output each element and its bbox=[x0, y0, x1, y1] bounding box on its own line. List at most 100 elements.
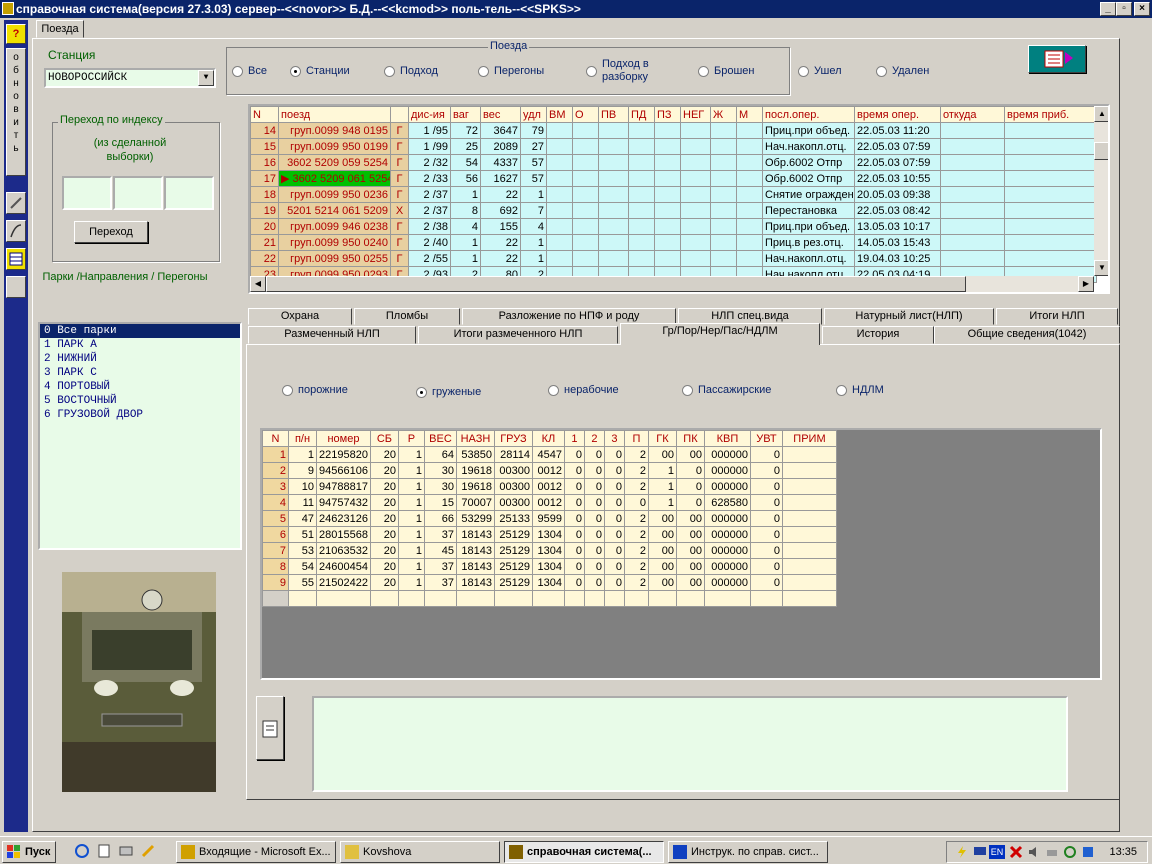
trains-filter-option-1[interactable]: Станции bbox=[290, 65, 350, 77]
trains-column-header[interactable]: дис-ия bbox=[408, 106, 451, 123]
hscroll-thumb[interactable] bbox=[266, 276, 966, 292]
park-item[interactable]: 1 ПАРК А bbox=[40, 338, 240, 352]
blank-tool-button[interactable] bbox=[6, 276, 26, 298]
index-field-1[interactable] bbox=[62, 176, 112, 210]
wagons-column-header[interactable]: Р bbox=[397, 430, 425, 447]
trains-column-header[interactable]: НЕГ bbox=[680, 106, 711, 123]
trains-column-header[interactable]: время приб. bbox=[1004, 106, 1097, 123]
ie-icon[interactable] bbox=[74, 843, 90, 859]
help-button[interactable]: ? bbox=[6, 24, 26, 44]
trains-filter-option-0[interactable]: Все bbox=[232, 65, 267, 77]
taskbar-item-0[interactable]: Входящие - Microsoft Ex... bbox=[176, 841, 336, 863]
tab-row1-4[interactable]: Натурный лист(НЛП) bbox=[824, 308, 994, 325]
trains-filter-option-6[interactable]: Ушел bbox=[798, 65, 842, 77]
maximize-button[interactable]: ▫ bbox=[1116, 2, 1132, 16]
train-row[interactable]: 16 3602 5209 059 5254 Г 2 /32 54 4337 57 Обр.60… bbox=[250, 154, 1097, 171]
wagons-column-header[interactable]: КЛ bbox=[531, 430, 565, 447]
taskbar-item-2[interactable]: справочная система(... bbox=[504, 841, 664, 863]
refresh-button[interactable]: обновить bbox=[6, 48, 26, 176]
wagons-column-header[interactable]: ПК bbox=[675, 430, 705, 447]
train-row[interactable]: 19 5201 5214 061 5209 Х 2 /37 8 692 7 Перестано… bbox=[250, 202, 1097, 219]
radio-icon[interactable] bbox=[478, 65, 489, 77]
radio-icon[interactable] bbox=[876, 65, 887, 77]
radio-icon[interactable] bbox=[586, 65, 597, 77]
tab-row1-0[interactable]: Охрана bbox=[248, 308, 352, 325]
train-row[interactable]: 18 груп.0099 950 0236 Г 2 /37 1 22 1 Снятие огр… bbox=[250, 186, 1097, 203]
tab-row2-3[interactable]: История bbox=[822, 326, 934, 344]
tab-row2-2[interactable]: Гр/Пор/Нер/Пас/НДЛМ bbox=[620, 323, 820, 345]
wagon-row[interactable]: 6 51 28015568 20 1 37 18143 25129 1304 0 0 0 2 00 00 00… bbox=[262, 526, 837, 543]
shortcut-icon[interactable] bbox=[140, 843, 156, 859]
report-button[interactable] bbox=[1028, 45, 1086, 73]
train-row[interactable]: 22 груп.0099 950 0255 Г 2 /55 1 22 1 Нач.накопл… bbox=[250, 250, 1097, 267]
wagons-column-header[interactable]: СБ bbox=[369, 430, 399, 447]
wagons-column-header[interactable]: ГРУЗ bbox=[493, 430, 533, 447]
pen-tool-button[interactable] bbox=[6, 192, 26, 214]
wagon-row[interactable]: 2 9 94566106 20 1 30 19618 00300 0012 0 0 0 2 1 0 00000… bbox=[262, 462, 837, 479]
security-icon[interactable] bbox=[1081, 845, 1095, 859]
cargo-filter-option-3[interactable]: Пассажирские bbox=[682, 384, 771, 396]
trains-column-header[interactable]: поезд bbox=[278, 106, 391, 123]
sync-icon[interactable] bbox=[1063, 845, 1077, 859]
parks-list[interactable]: 0 Все парки 1 ПАРК А2 НИЖНИЙ 3 ПАРК С4 ПОР… bbox=[38, 322, 242, 550]
tab-row2-1[interactable]: Итоги размеченного НЛП bbox=[418, 326, 618, 344]
wagon-row[interactable]: 4 11 94757432 20 1 15 70007 00300 0012 0 0 0 0 1 0 6285… bbox=[262, 494, 837, 511]
tab-trains[interactable]: Поезда bbox=[36, 20, 84, 38]
wagons-column-header[interactable]: НАЗН bbox=[455, 430, 495, 447]
power-icon[interactable] bbox=[955, 845, 969, 859]
trains-column-header[interactable]: О bbox=[572, 106, 599, 123]
notes-textarea[interactable] bbox=[312, 696, 1068, 792]
trains-column-header[interactable]: Ж bbox=[710, 106, 737, 123]
trains-column-header[interactable]: ПЗ bbox=[654, 106, 681, 123]
trains-column-header[interactable]: ВМ bbox=[546, 106, 573, 123]
tab-row1-5[interactable]: Итоги НЛП bbox=[996, 308, 1118, 325]
trains-filter-option-7[interactable]: Удален bbox=[876, 65, 929, 77]
scroll-up-icon[interactable]: ▲ bbox=[1094, 106, 1108, 122]
tab-row2-4[interactable]: Общие сведения(1042) bbox=[934, 326, 1120, 344]
wagon-row[interactable]: 8 54 24600454 20 1 37 18143 25129 1304 0 0 0 2 00 00 00… bbox=[262, 558, 837, 575]
wagons-column-header[interactable]: 1 bbox=[563, 430, 585, 447]
tab-row1-1[interactable]: Пломбы bbox=[354, 308, 460, 325]
trains-filter-option-3[interactable]: Перегоны bbox=[478, 65, 544, 77]
trains-column-header[interactable]: время опер. bbox=[854, 106, 941, 123]
scroll-down-icon[interactable]: ▼ bbox=[1094, 260, 1108, 276]
index-field-3[interactable] bbox=[164, 176, 214, 210]
wagon-row[interactable]: 1 1 22195820 20 1 64 53850 28114 4547 0 0 0 2 00 00 000… bbox=[262, 446, 837, 463]
park-item[interactable]: 0 Все парки bbox=[40, 324, 240, 338]
station-combobox[interactable]: НОВОРОССИЙСК ▼ bbox=[44, 68, 216, 88]
park-item[interactable]: 6 ГРУЗОВОЙ ДВОР bbox=[40, 408, 240, 422]
wagons-column-header[interactable]: ВЕС bbox=[423, 430, 457, 447]
trains-column-header[interactable]: ПД bbox=[628, 106, 655, 123]
scroll-thumb[interactable] bbox=[1094, 142, 1108, 160]
printer-icon[interactable] bbox=[1045, 845, 1059, 859]
trains-vscrollbar[interactable]: ▲ ▼ bbox=[1094, 106, 1108, 276]
taskbar-item-3[interactable]: Инструк. по справ. сист... bbox=[668, 841, 828, 863]
radio-icon[interactable] bbox=[416, 386, 427, 398]
tab-row2-0[interactable]: Размеченный НЛП bbox=[248, 326, 416, 344]
wagon-row[interactable]: 5 47 24623126 20 1 66 53299 25133 9599 0 0 0 2 00 00 00… bbox=[262, 510, 837, 527]
wagons-column-header[interactable]: 2 bbox=[583, 430, 605, 447]
train-row[interactable]: 14 груп.0099 948 0195 Г 1 /95 72 3647 79 Приц.п… bbox=[250, 122, 1097, 139]
trains-filter-option-4[interactable]: Подход в разборку bbox=[586, 58, 662, 84]
wagon-row[interactable]: 9 55 21502422 20 1 37 18143 25129 1304 0 0 0 2 00 00 00… bbox=[262, 574, 837, 591]
close-button[interactable]: × bbox=[1134, 2, 1150, 16]
wagons-column-header[interactable]: п/н bbox=[288, 430, 317, 447]
wagons-column-header[interactable]: 3 bbox=[603, 430, 625, 447]
minimize-button[interactable]: _ bbox=[1100, 2, 1116, 16]
jump-button[interactable]: Переход bbox=[74, 221, 148, 243]
trains-column-header[interactable]: ваг bbox=[450, 106, 481, 123]
trains-column-header[interactable]: посл.опер. bbox=[762, 106, 855, 123]
trains-table[interactable]: Nпоезд дис-ия ваг вес удл ВМ О ПВ ПД ПЗ НЕГ Ж Мпосл.… bbox=[250, 106, 1097, 283]
scroll-right-icon[interactable]: ▶ bbox=[1078, 276, 1094, 292]
park-item[interactable]: 4 ПОРТОВЫЙ bbox=[40, 380, 240, 394]
start-button[interactable]: Пуск bbox=[2, 841, 56, 863]
wagons-table[interactable]: Nп/н номер СБ Р ВЕС НАЗН ГРУЗ КЛ 1 2 3 П ГК ПК КВП УВТ П… bbox=[262, 430, 837, 607]
radio-icon[interactable] bbox=[836, 384, 847, 396]
train-row[interactable]: 17 ▶ 3602 5209 061 5254 Г 2 /33 56 1627 57 Обр.… bbox=[250, 170, 1097, 187]
chevron-down-icon[interactable]: ▼ bbox=[198, 70, 214, 86]
index-field-2[interactable] bbox=[113, 176, 163, 210]
language-indicator[interactable]: EN bbox=[989, 845, 1005, 859]
radio-icon[interactable] bbox=[798, 65, 809, 77]
monitor-icon[interactable] bbox=[973, 845, 987, 859]
radio-icon[interactable] bbox=[232, 65, 243, 77]
